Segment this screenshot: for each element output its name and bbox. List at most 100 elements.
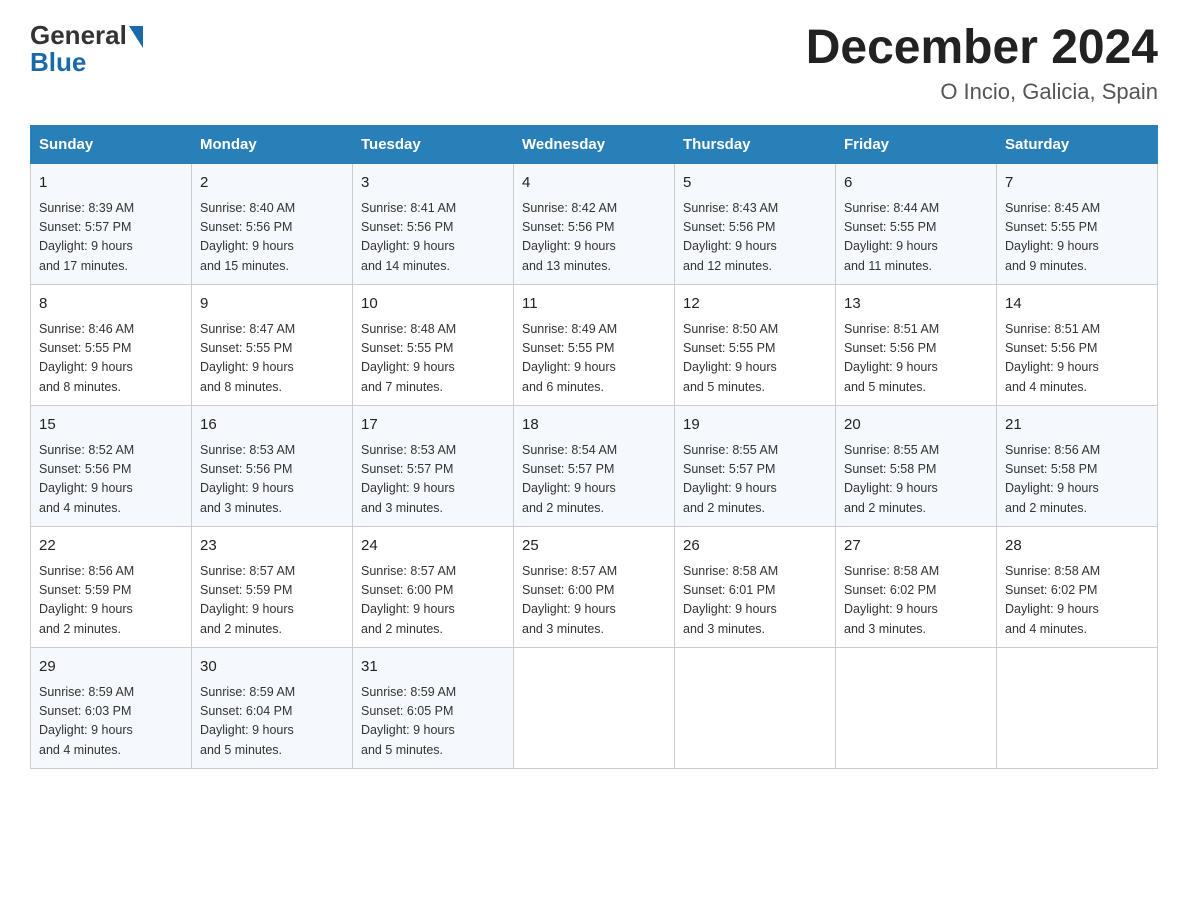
- header-sunday: Sunday: [31, 126, 192, 164]
- location-subtitle: O Incio, Galicia, Spain: [806, 79, 1158, 105]
- day-cell: 11 Sunrise: 8:49 AMSunset: 5:55 PMDaylig…: [514, 285, 675, 406]
- day-cell: [514, 648, 675, 769]
- day-cell: 12 Sunrise: 8:50 AMSunset: 5:55 PMDaylig…: [675, 285, 836, 406]
- day-number: 31: [361, 656, 505, 679]
- day-number: 16: [200, 414, 344, 437]
- day-info: Sunrise: 8:51 AMSunset: 5:56 PMDaylight:…: [844, 322, 939, 394]
- day-cell: 31 Sunrise: 8:59 AMSunset: 6:05 PMDaylig…: [353, 648, 514, 769]
- day-info: Sunrise: 8:54 AMSunset: 5:57 PMDaylight:…: [522, 443, 617, 515]
- day-number: 29: [39, 656, 183, 679]
- day-info: Sunrise: 8:52 AMSunset: 5:56 PMDaylight:…: [39, 443, 134, 515]
- week-row-1: 1 Sunrise: 8:39 AMSunset: 5:57 PMDayligh…: [31, 164, 1158, 285]
- day-info: Sunrise: 8:50 AMSunset: 5:55 PMDaylight:…: [683, 322, 778, 394]
- day-number: 2: [200, 172, 344, 195]
- logo: General Blue: [30, 20, 143, 78]
- day-info: Sunrise: 8:57 AMSunset: 5:59 PMDaylight:…: [200, 564, 295, 636]
- day-number: 19: [683, 414, 827, 437]
- week-row-2: 8 Sunrise: 8:46 AMSunset: 5:55 PMDayligh…: [31, 285, 1158, 406]
- day-cell: 5 Sunrise: 8:43 AMSunset: 5:56 PMDayligh…: [675, 164, 836, 285]
- day-info: Sunrise: 8:59 AMSunset: 6:05 PMDaylight:…: [361, 685, 456, 757]
- day-info: Sunrise: 8:53 AMSunset: 5:56 PMDaylight:…: [200, 443, 295, 515]
- week-row-4: 22 Sunrise: 8:56 AMSunset: 5:59 PMDaylig…: [31, 527, 1158, 648]
- day-cell: 16 Sunrise: 8:53 AMSunset: 5:56 PMDaylig…: [192, 406, 353, 527]
- day-info: Sunrise: 8:40 AMSunset: 5:56 PMDaylight:…: [200, 201, 295, 273]
- week-row-5: 29 Sunrise: 8:59 AMSunset: 6:03 PMDaylig…: [31, 648, 1158, 769]
- day-cell: 27 Sunrise: 8:58 AMSunset: 6:02 PMDaylig…: [836, 527, 997, 648]
- day-number: 3: [361, 172, 505, 195]
- day-cell: 20 Sunrise: 8:55 AMSunset: 5:58 PMDaylig…: [836, 406, 997, 527]
- day-info: Sunrise: 8:47 AMSunset: 5:55 PMDaylight:…: [200, 322, 295, 394]
- day-cell: 9 Sunrise: 8:47 AMSunset: 5:55 PMDayligh…: [192, 285, 353, 406]
- day-cell: 18 Sunrise: 8:54 AMSunset: 5:57 PMDaylig…: [514, 406, 675, 527]
- day-cell: 24 Sunrise: 8:57 AMSunset: 6:00 PMDaylig…: [353, 527, 514, 648]
- day-info: Sunrise: 8:55 AMSunset: 5:58 PMDaylight:…: [844, 443, 939, 515]
- day-cell: 14 Sunrise: 8:51 AMSunset: 5:56 PMDaylig…: [997, 285, 1158, 406]
- header-tuesday: Tuesday: [353, 126, 514, 164]
- day-cell: 4 Sunrise: 8:42 AMSunset: 5:56 PMDayligh…: [514, 164, 675, 285]
- day-info: Sunrise: 8:51 AMSunset: 5:56 PMDaylight:…: [1005, 322, 1100, 394]
- day-number: 11: [522, 293, 666, 316]
- day-info: Sunrise: 8:41 AMSunset: 5:56 PMDaylight:…: [361, 201, 456, 273]
- title-area: December 2024 O Incio, Galicia, Spain: [806, 20, 1158, 105]
- day-info: Sunrise: 8:59 AMSunset: 6:03 PMDaylight:…: [39, 685, 134, 757]
- header-wednesday: Wednesday: [514, 126, 675, 164]
- day-number: 28: [1005, 535, 1149, 558]
- day-cell: [836, 648, 997, 769]
- day-info: Sunrise: 8:53 AMSunset: 5:57 PMDaylight:…: [361, 443, 456, 515]
- header-saturday: Saturday: [997, 126, 1158, 164]
- day-number: 30: [200, 656, 344, 679]
- day-info: Sunrise: 8:56 AMSunset: 5:59 PMDaylight:…: [39, 564, 134, 636]
- day-cell: 2 Sunrise: 8:40 AMSunset: 5:56 PMDayligh…: [192, 164, 353, 285]
- day-cell: 10 Sunrise: 8:48 AMSunset: 5:55 PMDaylig…: [353, 285, 514, 406]
- day-number: 17: [361, 414, 505, 437]
- logo-arrow-icon: [129, 26, 143, 48]
- day-cell: 6 Sunrise: 8:44 AMSunset: 5:55 PMDayligh…: [836, 164, 997, 285]
- day-info: Sunrise: 8:55 AMSunset: 5:57 PMDaylight:…: [683, 443, 778, 515]
- day-cell: 23 Sunrise: 8:57 AMSunset: 5:59 PMDaylig…: [192, 527, 353, 648]
- day-info: Sunrise: 8:46 AMSunset: 5:55 PMDaylight:…: [39, 322, 134, 394]
- day-info: Sunrise: 8:57 AMSunset: 6:00 PMDaylight:…: [522, 564, 617, 636]
- header-monday: Monday: [192, 126, 353, 164]
- logo-blue-text: Blue: [30, 47, 86, 78]
- day-number: 1: [39, 172, 183, 195]
- day-cell: 28 Sunrise: 8:58 AMSunset: 6:02 PMDaylig…: [997, 527, 1158, 648]
- day-number: 14: [1005, 293, 1149, 316]
- header-friday: Friday: [836, 126, 997, 164]
- day-info: Sunrise: 8:48 AMSunset: 5:55 PMDaylight:…: [361, 322, 456, 394]
- day-cell: 8 Sunrise: 8:46 AMSunset: 5:55 PMDayligh…: [31, 285, 192, 406]
- calendar-header-row: SundayMondayTuesdayWednesdayThursdayFrid…: [31, 126, 1158, 164]
- calendar-table: SundayMondayTuesdayWednesdayThursdayFrid…: [30, 125, 1158, 769]
- day-cell: 17 Sunrise: 8:53 AMSunset: 5:57 PMDaylig…: [353, 406, 514, 527]
- day-number: 13: [844, 293, 988, 316]
- day-cell: 13 Sunrise: 8:51 AMSunset: 5:56 PMDaylig…: [836, 285, 997, 406]
- day-number: 22: [39, 535, 183, 558]
- day-cell: 19 Sunrise: 8:55 AMSunset: 5:57 PMDaylig…: [675, 406, 836, 527]
- day-number: 27: [844, 535, 988, 558]
- day-cell: [997, 648, 1158, 769]
- day-number: 21: [1005, 414, 1149, 437]
- day-number: 24: [361, 535, 505, 558]
- day-number: 5: [683, 172, 827, 195]
- day-cell: 7 Sunrise: 8:45 AMSunset: 5:55 PMDayligh…: [997, 164, 1158, 285]
- day-info: Sunrise: 8:42 AMSunset: 5:56 PMDaylight:…: [522, 201, 617, 273]
- day-number: 6: [844, 172, 988, 195]
- day-number: 15: [39, 414, 183, 437]
- week-row-3: 15 Sunrise: 8:52 AMSunset: 5:56 PMDaylig…: [31, 406, 1158, 527]
- day-info: Sunrise: 8:59 AMSunset: 6:04 PMDaylight:…: [200, 685, 295, 757]
- day-cell: 25 Sunrise: 8:57 AMSunset: 6:00 PMDaylig…: [514, 527, 675, 648]
- day-info: Sunrise: 8:49 AMSunset: 5:55 PMDaylight:…: [522, 322, 617, 394]
- day-cell: 29 Sunrise: 8:59 AMSunset: 6:03 PMDaylig…: [31, 648, 192, 769]
- day-cell: 21 Sunrise: 8:56 AMSunset: 5:58 PMDaylig…: [997, 406, 1158, 527]
- day-number: 7: [1005, 172, 1149, 195]
- day-info: Sunrise: 8:58 AMSunset: 6:01 PMDaylight:…: [683, 564, 778, 636]
- day-number: 8: [39, 293, 183, 316]
- day-info: Sunrise: 8:39 AMSunset: 5:57 PMDaylight:…: [39, 201, 134, 273]
- day-info: Sunrise: 8:58 AMSunset: 6:02 PMDaylight:…: [1005, 564, 1100, 636]
- day-cell: 22 Sunrise: 8:56 AMSunset: 5:59 PMDaylig…: [31, 527, 192, 648]
- day-number: 9: [200, 293, 344, 316]
- day-number: 26: [683, 535, 827, 558]
- day-info: Sunrise: 8:45 AMSunset: 5:55 PMDaylight:…: [1005, 201, 1100, 273]
- day-info: Sunrise: 8:56 AMSunset: 5:58 PMDaylight:…: [1005, 443, 1100, 515]
- day-number: 25: [522, 535, 666, 558]
- day-cell: 3 Sunrise: 8:41 AMSunset: 5:56 PMDayligh…: [353, 164, 514, 285]
